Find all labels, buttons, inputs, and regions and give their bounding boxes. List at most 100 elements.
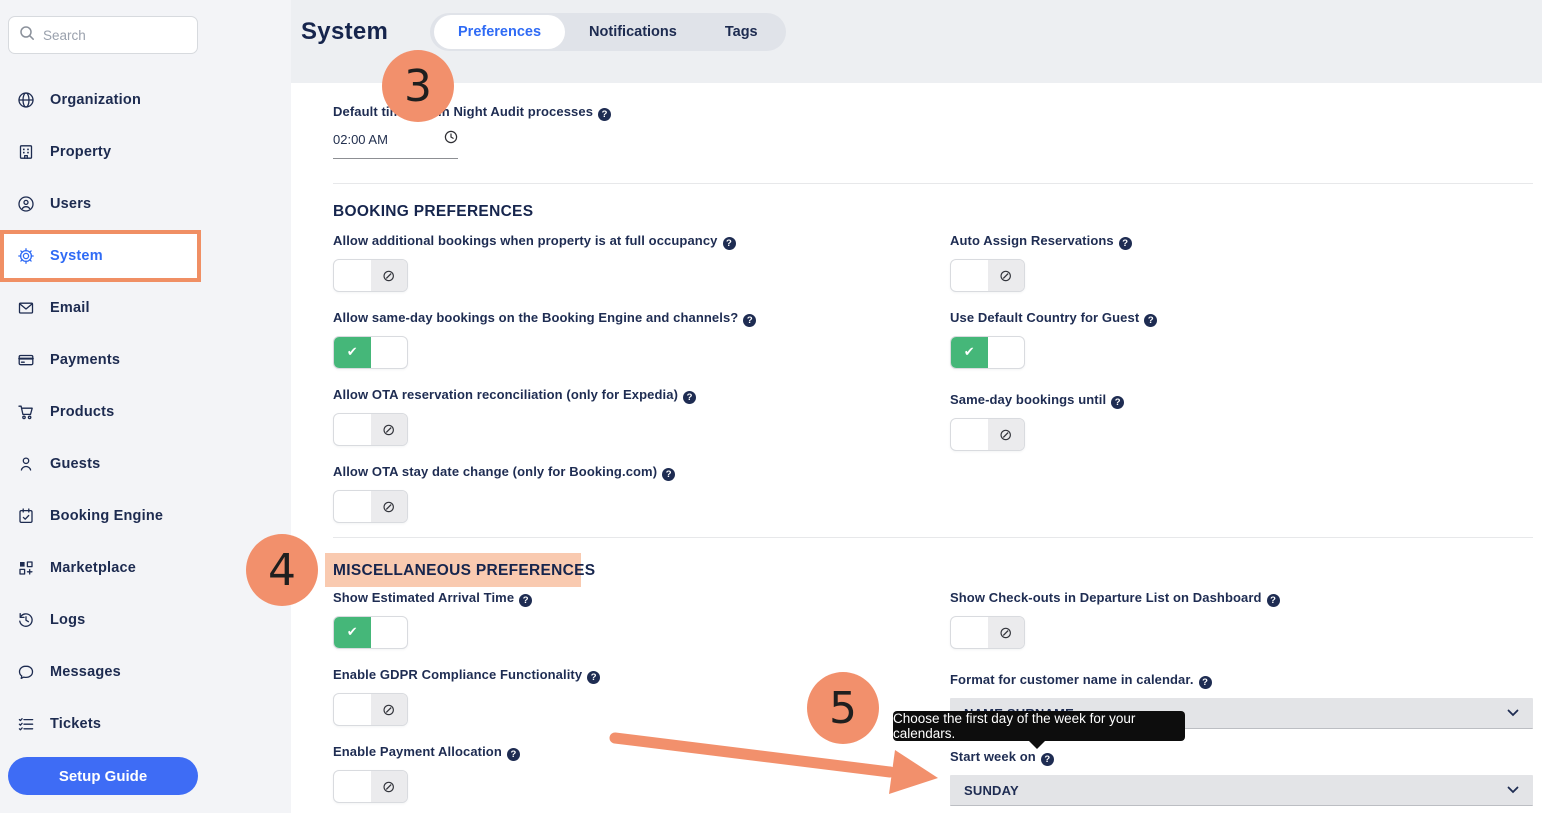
toggle-auto-assign-reservations[interactable]: [950, 259, 1025, 292]
setting-field: Same-day bookings until: [950, 391, 1124, 451]
help-icon[interactable]: [1267, 594, 1280, 607]
sidebar-item-logs[interactable]: Logs: [0, 594, 205, 646]
prohibited-icon: [988, 617, 1025, 648]
toggle-allow-additional-bookings[interactable]: [333, 259, 408, 292]
setting-field: Show Check-outs in Departure List on Das…: [950, 589, 1280, 649]
sidebar-item-label: Products: [50, 404, 114, 420]
checklist-icon: [17, 715, 35, 733]
toggle-ota-reconciliation[interactable]: [333, 413, 408, 446]
toggle-payment-allocation[interactable]: [333, 770, 408, 803]
help-icon[interactable]: [683, 391, 696, 404]
tab-tags[interactable]: Tags: [701, 16, 782, 48]
sidebar-item-label: Messages: [50, 664, 121, 680]
person-icon: [17, 455, 35, 473]
toggle-ota-stay-date-change[interactable]: [333, 490, 408, 523]
help-icon[interactable]: [662, 468, 675, 481]
section-title-misc: MISCELLANEOUS PREFERENCES: [333, 562, 595, 580]
sidebar-item-label: Payments: [50, 352, 120, 368]
help-icon[interactable]: [1144, 314, 1157, 327]
help-icon[interactable]: [723, 237, 736, 250]
prohibited-icon: [371, 694, 408, 725]
tab-notifications[interactable]: Notifications: [565, 16, 701, 48]
credit-card-icon: [17, 351, 35, 369]
check-icon: [951, 337, 988, 368]
sidebar-item-guests[interactable]: Guests: [0, 438, 205, 490]
setting-label: Same-day bookings until: [950, 391, 1124, 409]
help-icon[interactable]: [598, 108, 611, 121]
gear-icon: [17, 247, 35, 265]
toggle-show-estimated-arrival[interactable]: [333, 616, 408, 649]
setting-label: Default time to run Night Audit processe…: [333, 103, 611, 121]
setting-label: Auto Assign Reservations: [950, 232, 1132, 250]
sidebar-item-users[interactable]: Users: [0, 178, 205, 230]
sidebar-item-email[interactable]: Email: [0, 282, 205, 334]
sidebar: Organization Property Users System Email: [0, 0, 291, 813]
prohibited-icon: [988, 260, 1025, 291]
page-header: System Preferences Notifications Tags: [291, 0, 1542, 83]
night-audit-time-input[interactable]: 02:00 AM: [333, 130, 458, 159]
sidebar-nav: Organization Property Users System Email: [0, 74, 205, 750]
sidebar-item-property[interactable]: Property: [0, 126, 205, 178]
preferences-panel: Default time to run Night Audit processe…: [291, 83, 1542, 813]
sidebar-item-tickets[interactable]: Tickets: [0, 698, 205, 750]
setting-label: Allow additional bookings when property …: [333, 232, 736, 250]
setting-field: Allow additional bookings when property …: [333, 232, 736, 292]
setting-label: Show Check-outs in Departure List on Das…: [950, 589, 1280, 607]
setting-field: Enable Payment Allocation: [333, 743, 520, 803]
sidebar-item-booking-engine[interactable]: Booking Engine: [0, 490, 205, 542]
help-icon[interactable]: [743, 314, 756, 327]
page-title: System: [301, 18, 388, 46]
step-3-badge: 3: [382, 50, 454, 122]
toggle-show-checkouts-departure[interactable]: [950, 616, 1025, 649]
setting-field: Show Estimated Arrival Time: [333, 589, 532, 649]
search-icon: [19, 25, 35, 46]
sidebar-item-products[interactable]: Products: [0, 386, 205, 438]
sidebar-item-messages[interactable]: Messages: [0, 646, 205, 698]
setup-guide-button[interactable]: Setup Guide: [8, 757, 198, 795]
help-icon[interactable]: [519, 594, 532, 607]
sidebar-item-marketplace[interactable]: Marketplace: [0, 542, 205, 594]
setting-field: Use Default Country for Guest: [950, 309, 1157, 369]
setting-label: Format for customer name in calendar.: [950, 671, 1533, 689]
clock-icon: [444, 130, 458, 149]
tab-preferences[interactable]: Preferences: [434, 15, 565, 49]
chevron-down-icon: [1507, 781, 1519, 799]
help-icon[interactable]: [1111, 396, 1124, 409]
toggle-default-country-guest[interactable]: [950, 336, 1025, 369]
grid-plus-icon: [17, 559, 35, 577]
search-input[interactable]: [43, 28, 173, 43]
sidebar-item-label: Marketplace: [50, 560, 136, 576]
search-box[interactable]: [8, 16, 198, 54]
prohibited-icon: [371, 771, 408, 802]
help-icon[interactable]: [1199, 676, 1212, 689]
help-icon[interactable]: [587, 671, 600, 684]
help-icon[interactable]: [507, 748, 520, 761]
setting-label: Show Estimated Arrival Time: [333, 589, 532, 607]
building-icon: [17, 143, 35, 161]
prohibited-icon: [988, 419, 1025, 450]
select-start-week-on[interactable]: SUNDAY: [950, 775, 1533, 806]
sidebar-item-system[interactable]: System: [0, 230, 201, 282]
history-icon: [17, 611, 35, 629]
envelope-icon: [17, 299, 35, 317]
sidebar-item-label: Organization: [50, 92, 141, 108]
setting-label: Allow OTA reservation reconciliation (on…: [333, 386, 696, 404]
step-5-badge: 5: [807, 672, 879, 744]
setting-field: Start week on SUNDAY: [950, 748, 1533, 806]
sidebar-item-label: Booking Engine: [50, 508, 163, 524]
divider: [333, 183, 1533, 184]
setting-label: Allow OTA stay date change (only for Boo…: [333, 463, 675, 481]
toggle-same-day-bookings-until[interactable]: [950, 418, 1025, 451]
sidebar-item-payments[interactable]: Payments: [0, 334, 205, 386]
help-icon[interactable]: [1041, 753, 1054, 766]
setting-label: Enable GDPR Compliance Functionality: [333, 666, 600, 684]
sidebar-item-organization[interactable]: Organization: [0, 74, 205, 126]
tooltip: Choose the first day of the week for you…: [893, 711, 1185, 741]
toggle-gdpr-compliance[interactable]: [333, 693, 408, 726]
help-icon[interactable]: [1119, 237, 1132, 250]
toggle-same-day-bookings[interactable]: [333, 336, 408, 369]
divider: [333, 537, 1533, 538]
sidebar-item-label: Users: [50, 196, 91, 212]
sidebar-item-label: Property: [50, 144, 111, 160]
step-4-badge: 4: [246, 534, 318, 606]
